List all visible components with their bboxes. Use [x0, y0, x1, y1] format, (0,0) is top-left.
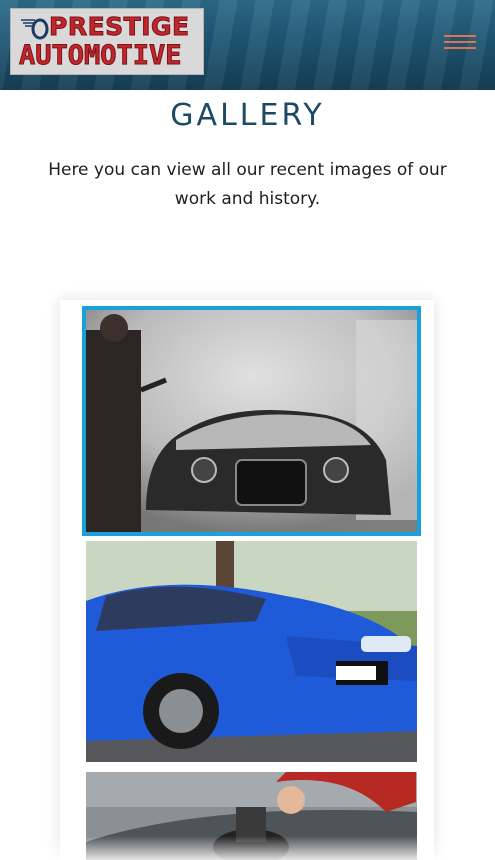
intro-section: GALLERY Here you can view all our recent…	[0, 90, 495, 248]
logo-line1: PRESTIGE	[49, 11, 190, 41]
hamburger-menu-icon[interactable]	[444, 32, 476, 52]
gallery-image-car-wash[interactable]	[82, 306, 421, 536]
logo-line2: AUTOMOTIVE	[19, 39, 183, 71]
gallery-image-blue-bmw[interactable]	[86, 541, 417, 762]
logo[interactable]: PRESTIGE AUTOMOTIVE	[10, 8, 204, 75]
bottom-fade	[0, 836, 495, 860]
page-title: GALLERY	[170, 98, 325, 133]
winged-wheel-icon	[19, 14, 49, 40]
intro-text: Here you can view all our recent images …	[48, 160, 447, 209]
site-header: PRESTIGE AUTOMOTIVE	[0, 0, 495, 90]
